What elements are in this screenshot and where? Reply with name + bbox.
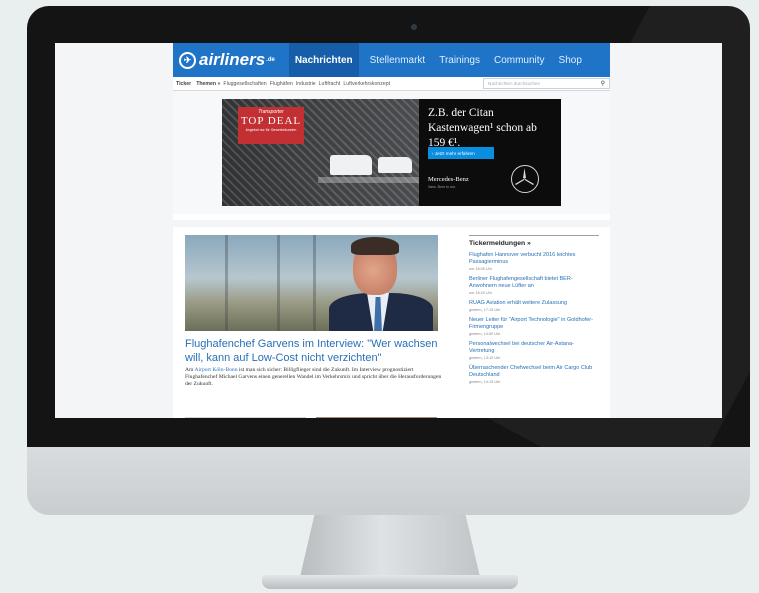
nav-item-shop[interactable]: Shop <box>556 43 585 77</box>
sub-navigation: Ticker Themen » Fluggesellschaften Flugh… <box>173 77 610 91</box>
deal-note: Angebot nur für Gewerbekunden <box>245 128 297 132</box>
article-thumbnail[interactable] <box>185 417 306 418</box>
ticker-item-link[interactable]: RUAG Aviation erhält weitere Zulassung <box>469 300 599 307</box>
ad-cta-button[interactable]: › Jetzt mehr erfahren <box>428 147 494 159</box>
nav-item-nachrichten[interactable]: Nachrichten <box>288 43 359 77</box>
search-placeholder: Nachrichten durchsuchen <box>488 81 541 86</box>
ticker-item: Überraschender Chefwechsel beim Air Carg… <box>469 365 599 384</box>
ticker-item: RUAG Aviation erhält weitere Zulassung g… <box>469 300 599 312</box>
subnav-themes-label[interactable]: Themen » <box>196 81 220 87</box>
article-teaser: Am Airport Köln-Bonn ist man sich sicher… <box>185 367 443 389</box>
ticker-item-time: gestern, 14:15 Uhr <box>469 380 501 384</box>
monitor-stand-neck <box>300 515 480 577</box>
search-input[interactable]: Nachrichten durchsuchen ⚲ <box>483 78 610 89</box>
subnav-item-industrie[interactable]: Industrie <box>296 81 316 87</box>
article-thumbnail[interactable] <box>316 417 437 418</box>
ticker-item-time: um 15:20 Uhr <box>469 291 493 295</box>
van-image <box>330 155 372 175</box>
nav-item-trainings[interactable]: Trainings <box>436 43 483 77</box>
subnav-item-flughaefen[interactable]: Flughäfen <box>270 81 293 87</box>
ticker-item-time: um 16:05 Uhr <box>469 267 493 271</box>
ticker-item-link[interactable]: Überraschender Chefwechsel beim Air Carg… <box>469 365 599 379</box>
logo-domain: .de <box>266 57 275 63</box>
logo-text: airliners <box>199 50 266 69</box>
ticker-item: Flughafen Hannover verbucht 2016 leichte… <box>469 252 599 271</box>
ticker-item: Personalwechsel bei deutscher Air-Astana… <box>469 341 599 360</box>
monitor-stand-foot <box>262 575 518 589</box>
ad-headline: Z.B. der Citan Kastenwagen¹ schon ab 159… <box>428 107 537 149</box>
van-image <box>378 157 412 173</box>
ticker-item-link[interactable]: Personalwechsel bei deutscher Air-Astana… <box>469 341 599 355</box>
ticker-item: Neuer Leiter für "Airport Technologie" i… <box>469 317 599 336</box>
teaser-link-airport[interactable]: Airport Köln-Bonn <box>194 367 237 373</box>
nav-item-stellenmarkt[interactable]: Stellenmarkt <box>367 43 429 77</box>
top-deal-badge: Transporter TOP DEAL Angebot nur für Gew… <box>238 107 304 144</box>
ticker-item-time: gestern, 14:50 Uhr <box>469 332 501 336</box>
ad-container: Transporter TOP DEAL Angebot nur für Gew… <box>173 91 610 214</box>
ad-image: Transporter TOP DEAL Angebot nur für Gew… <box>222 99 419 206</box>
article-headline[interactable]: Flughafenchef Garvens im Interview: "Wer… <box>185 337 443 365</box>
ticker-item-link[interactable]: Berliner Flughafengesellschaft bietet BE… <box>469 276 599 290</box>
ad-brand-claim: Vans. Born to run. <box>428 185 456 189</box>
site-logo[interactable]: ✈ airliners .de <box>179 50 275 70</box>
monitor-mockup: ✈ airliners .de Nachrichten Stellenmarkt… <box>0 0 759 593</box>
monitor-screen: ✈ airliners .de Nachrichten Stellenmarkt… <box>55 43 722 418</box>
nav-item-community[interactable]: Community <box>491 43 548 77</box>
ad-copy: Z.B. der Citan Kastenwagen¹ schon ab 159… <box>419 99 561 206</box>
ticker-title[interactable]: Tickermeldungen » <box>469 240 599 247</box>
ticker-item-link[interactable]: Flughafen Hannover verbucht 2016 leichte… <box>469 252 599 266</box>
subnav-item-fluggesellschaften[interactable]: Fluggesellschaften <box>223 81 266 87</box>
ticker-item-time: gestern, 17:15 Uhr <box>469 308 501 312</box>
airplane-logo-icon: ✈ <box>179 51 196 69</box>
mercedes-star-icon <box>511 165 539 193</box>
subnav-ticker-link[interactable]: Ticker <box>176 81 191 87</box>
top-navigation: ✈ airliners .de Nachrichten Stellenmarkt… <box>173 43 610 77</box>
search-icon[interactable]: ⚲ <box>601 80 605 87</box>
ticker-item: Berliner Flughafengesellschaft bietet BE… <box>469 276 599 295</box>
deal-kicker: Transporter <box>258 109 284 115</box>
ticker-sidebar: Tickermeldungen » Flughafen Hannover ver… <box>469 235 599 389</box>
banner-ad[interactable]: Transporter TOP DEAL Angebot nur für Gew… <box>222 99 561 206</box>
article-hero-image[interactable] <box>185 235 438 331</box>
deal-title: TOP DEAL <box>240 115 302 127</box>
ticker-item-link[interactable]: Neuer Leiter für "Airport Technologie" i… <box>469 317 599 331</box>
website-page: ✈ airliners .de Nachrichten Stellenmarkt… <box>173 43 610 418</box>
camera-dot <box>411 24 417 30</box>
subnav-item-luftfracht[interactable]: Luftfracht <box>319 81 341 87</box>
ticker-item-time: gestern, 13:10 Uhr <box>469 356 501 360</box>
monitor-chin <box>27 447 750 515</box>
main-content: Flughafenchef Garvens im Interview: "Wer… <box>173 220 610 418</box>
ad-brand: Mercedes-Benz <box>428 176 469 183</box>
subnav-item-luftverkehrskonzept[interactable]: Luftverkehrskonzept <box>343 81 390 87</box>
portrait <box>329 237 433 331</box>
